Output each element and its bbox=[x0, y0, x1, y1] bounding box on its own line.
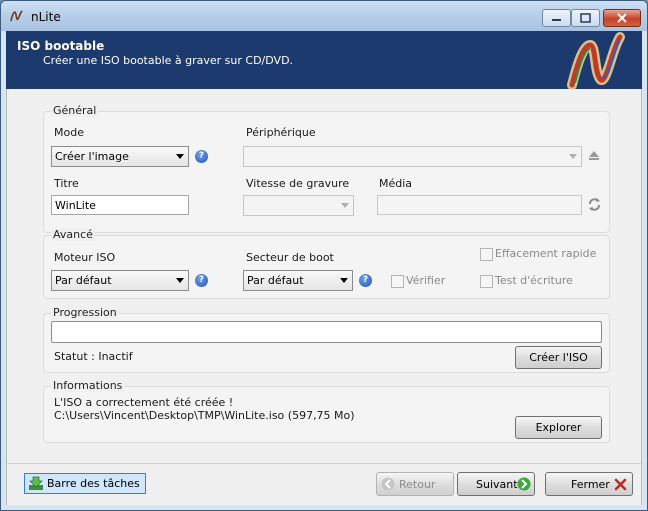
burn-speed-select[interactable] bbox=[243, 195, 354, 216]
refresh-icon[interactable] bbox=[587, 197, 602, 212]
quick-erase-checkbox[interactable] bbox=[480, 248, 493, 261]
next-label: Suivant bbox=[476, 478, 518, 491]
mode-value: Créer l'image bbox=[55, 150, 129, 163]
create-iso-label: Créer l'ISO bbox=[529, 351, 588, 364]
verify-label: Vérifier bbox=[406, 274, 446, 287]
title-input[interactable]: WinLite bbox=[51, 195, 189, 215]
chevron-down-icon bbox=[341, 203, 349, 208]
close-x-icon bbox=[614, 478, 627, 491]
mode-label: Mode bbox=[54, 126, 84, 139]
boot-sector-value: Par défaut bbox=[247, 274, 304, 287]
info-legend: Informations bbox=[51, 379, 125, 392]
media-field bbox=[377, 195, 582, 215]
footer-bar: Barre des tâches Retour Suivant Fermer bbox=[6, 463, 642, 505]
minimize-icon bbox=[552, 19, 561, 21]
close-window-button[interactable] bbox=[603, 9, 641, 27]
title-value: WinLite bbox=[55, 199, 96, 212]
nlite-logo-icon bbox=[10, 10, 23, 22]
help-icon[interactable]: ? bbox=[195, 274, 208, 287]
explore-button[interactable]: Explorer bbox=[515, 416, 602, 439]
header-banner: ISO bootable Créer une ISO bootable à gr… bbox=[6, 31, 642, 89]
next-button[interactable]: Suivant bbox=[457, 472, 535, 496]
info-message-line2: C:\Users\Vincent\Desktop\TMP\WinLite.iso… bbox=[54, 409, 355, 422]
help-icon[interactable]: ? bbox=[195, 150, 208, 163]
boot-sector-label: Secteur de boot bbox=[246, 251, 334, 264]
info-message-line1: L'ISO a correctement été créée ! bbox=[54, 396, 234, 409]
close-label: Fermer bbox=[571, 478, 610, 491]
taskbar-button[interactable]: Barre des tâches bbox=[24, 473, 146, 494]
page-title: ISO bootable bbox=[17, 39, 105, 53]
back-button[interactable]: Retour bbox=[376, 472, 454, 496]
mode-select[interactable]: Créer l'image bbox=[51, 146, 189, 167]
taskbar-arrow-icon bbox=[29, 476, 43, 490]
nlite-logo-icon bbox=[567, 32, 625, 89]
iso-engine-select[interactable]: Par défaut bbox=[51, 270, 189, 291]
close-icon bbox=[617, 13, 627, 23]
eject-icon[interactable] bbox=[587, 148, 601, 162]
title-label: Titre bbox=[54, 177, 79, 190]
taskbar-label: Barre des tâches bbox=[47, 477, 140, 490]
back-arrow-icon bbox=[381, 477, 395, 491]
explore-label: Explorer bbox=[535, 421, 582, 434]
device-select[interactable] bbox=[243, 146, 582, 167]
close-button[interactable]: Fermer bbox=[545, 472, 633, 496]
advanced-legend: Avancé bbox=[51, 228, 95, 241]
create-iso-button[interactable]: Créer l'ISO bbox=[515, 346, 602, 369]
general-legend: Général bbox=[51, 104, 99, 117]
minimize-button[interactable] bbox=[542, 9, 571, 27]
iso-engine-label: Moteur ISO bbox=[54, 251, 116, 264]
status-text: Statut : Inactif bbox=[54, 350, 133, 363]
chevron-down-icon bbox=[569, 154, 577, 159]
maximize-button[interactable] bbox=[571, 9, 600, 27]
main-content: Général Mode Créer l'image ? Périphériqu… bbox=[6, 89, 642, 463]
chevron-down-icon bbox=[176, 278, 184, 283]
quick-erase-label: Effacement rapide bbox=[495, 247, 597, 260]
help-icon[interactable]: ? bbox=[359, 274, 372, 287]
burn-speed-label: Vitesse de gravure bbox=[246, 177, 350, 190]
chevron-down-icon bbox=[176, 154, 184, 159]
page-subtitle: Créer une ISO bootable à graver sur CD/D… bbox=[43, 54, 294, 67]
nlite-window: nLite ISO bootable Créer une ISO bootabl… bbox=[0, 0, 648, 511]
window-title: nLite bbox=[31, 10, 61, 24]
chevron-down-icon bbox=[340, 278, 348, 283]
title-bar[interactable]: nLite bbox=[1, 1, 647, 31]
progress-bar bbox=[51, 321, 602, 343]
iso-engine-value: Par défaut bbox=[55, 274, 112, 287]
verify-checkbox[interactable] bbox=[391, 275, 404, 288]
progress-legend: Progression bbox=[51, 306, 119, 319]
boot-sector-select[interactable]: Par défaut bbox=[243, 270, 353, 291]
write-test-label: Test d'écriture bbox=[495, 274, 573, 287]
next-arrow-icon bbox=[517, 477, 531, 491]
back-label: Retour bbox=[399, 478, 436, 491]
device-label: Périphérique bbox=[246, 126, 316, 139]
write-test-checkbox[interactable] bbox=[480, 275, 493, 288]
maximize-icon bbox=[580, 13, 591, 23]
media-label: Média bbox=[379, 177, 413, 190]
